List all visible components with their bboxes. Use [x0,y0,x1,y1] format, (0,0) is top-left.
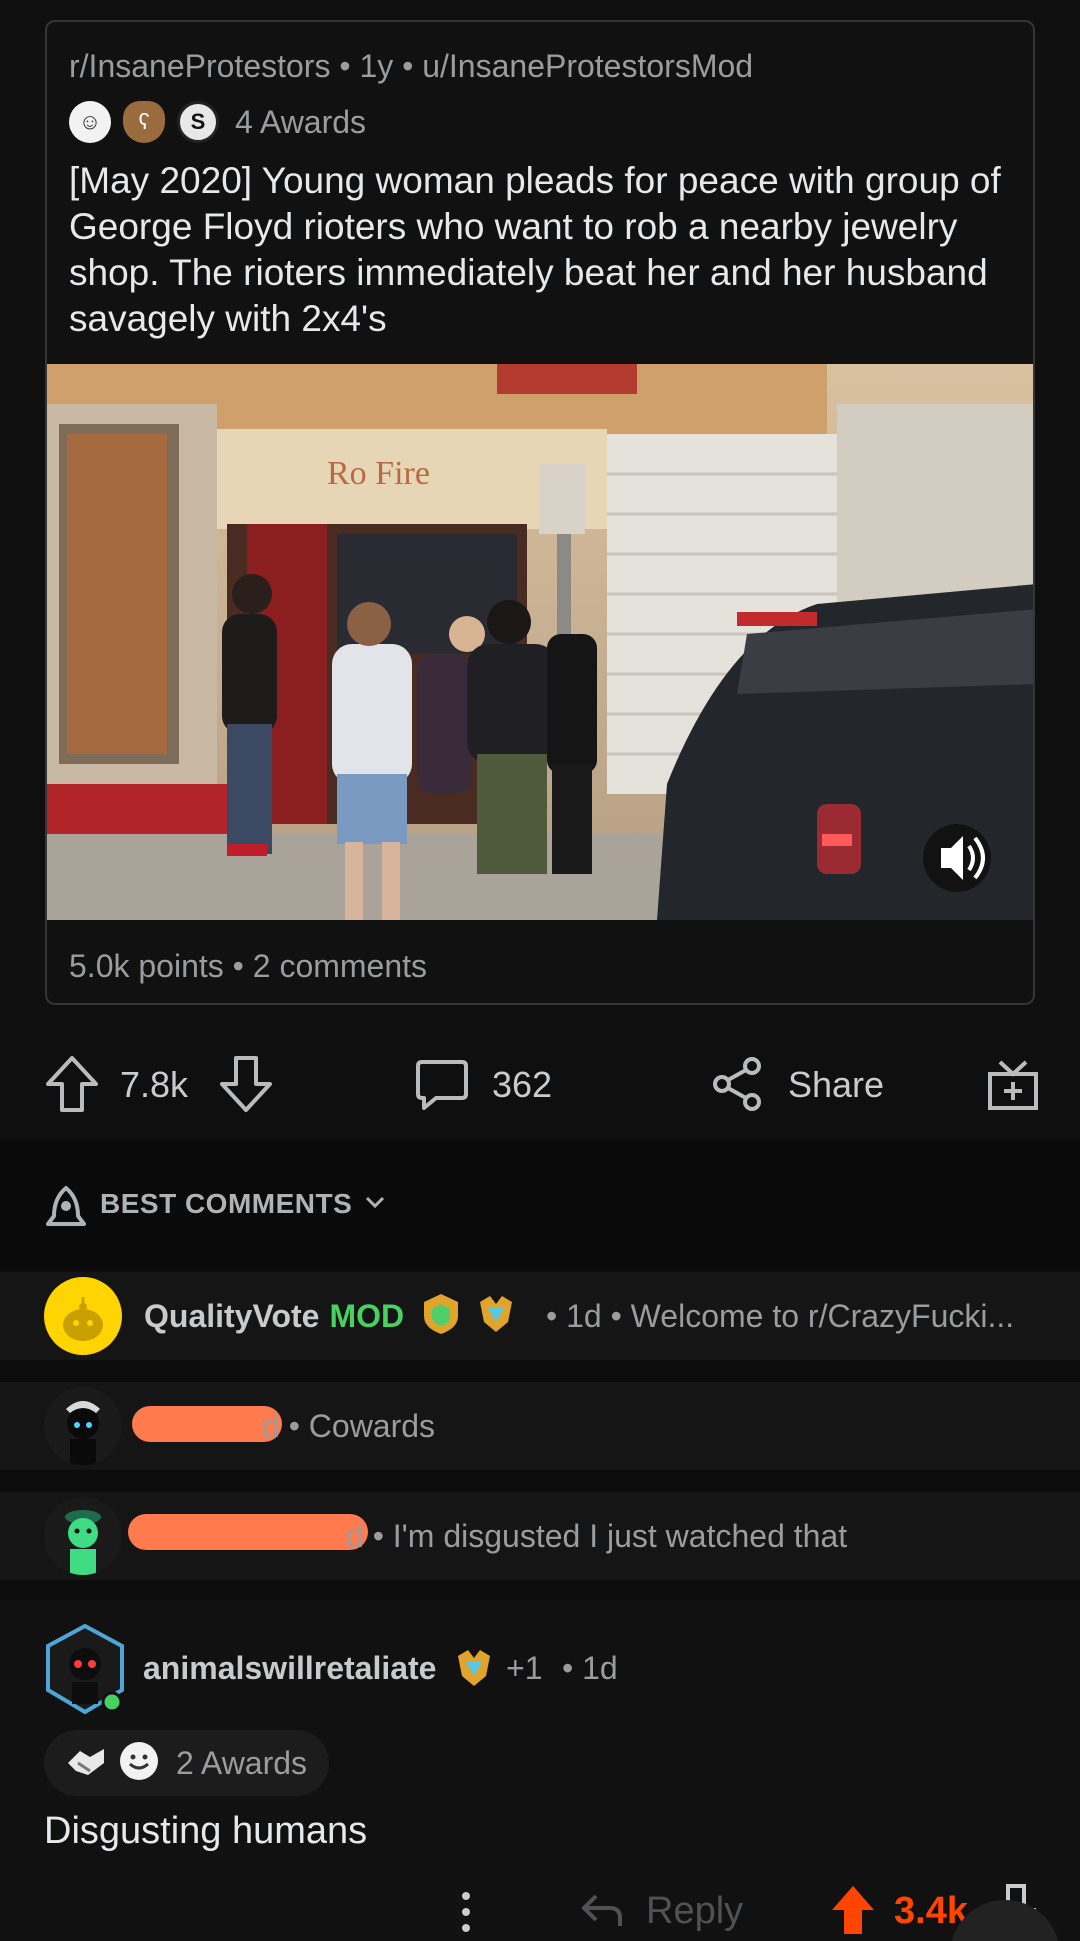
award-gift-icon[interactable] [986,1058,1040,1117]
volume-icon [923,824,991,892]
bear-award-icon: ʕ [123,101,165,143]
post-title[interactable]: [May 2020] Young woman pleads for peace … [69,158,1019,342]
post-vote-count: 7.8k [120,1064,189,1105]
post-container: r/InsaneProtestors • 1y • u/InsaneProtes… [0,0,1080,1140]
chevron-down-icon [950,1900,1060,1941]
sort-label[interactable]: BEST COMMENTS [100,1188,352,1220]
redaction-mark [132,1406,282,1442]
crosspost-card[interactable]: r/InsaneProtestors • 1y • u/InsaneProtes… [45,20,1035,1005]
post-action-bar: 7.8k 362 Share [0,1040,1080,1130]
diamond-award-icon [452,1646,496,1695]
silver-award-icon: S [177,101,219,143]
collapsed-comment-text: QualityVote MOD [144,1298,404,1335]
scroll-down-button[interactable] [950,1900,1060,1941]
comment: animalswillretaliate +1 • 1d 2 Awards Di… [0,1600,1080,1941]
collapsed-comment[interactable]: QualityVote MOD • 1d • Welcome to r/Crazy… [0,1272,1080,1360]
video-player[interactable]: Ro Fire [47,364,1033,920]
collapsed-comment[interactable]: d • I'm disgusted I just watched that [0,1492,1080,1580]
share-button[interactable]: Share [788,1064,884,1106]
redaction-mark [128,1514,368,1550]
reply-icon[interactable] [580,1892,624,1935]
rocket-icon [44,1184,88,1237]
collapsed-comment-meta: d • I'm disgusted I just watched that [346,1518,848,1554]
comment-awards-count: 2 Awards [176,1744,308,1781]
mod-badge: MOD [329,1298,405,1334]
upvote-arrow-icon[interactable] [44,1054,100,1119]
comment-username[interactable]: animalswillretaliate [143,1650,436,1687]
crosspost-footer: 5.0k points • 2 comments [69,948,428,984]
crosspost-awards-count: 4 Awards [235,103,367,140]
comment-bubble-icon[interactable] [414,1056,470,1117]
avatar[interactable] [44,1387,122,1465]
comment-sort-bar[interactable]: BEST COMMENTS [0,1140,1080,1270]
reply-button[interactable]: Reply [646,1890,743,1933]
collapsed-comment-meta: • 1d • Welcome to r/CrazyFucki... [546,1298,1015,1334]
svg-text:Ro Fire: Ro Fire [327,455,430,492]
avatar[interactable] [44,1623,126,1716]
crosspost-awards[interactable]: ☺ ʕ S 4 Awards [69,100,366,144]
post-comment-count[interactable]: 362 [492,1064,552,1106]
wholesome-award-icon [118,1740,160,1787]
comment-username[interactable]: QualityVote [144,1298,319,1334]
collapsed-comment-meta: d • Cowards [262,1408,436,1444]
avatar[interactable] [44,1277,122,1355]
share-icon[interactable] [710,1056,766,1117]
shield-award-icon [420,1292,462,1341]
award-plus-count: +1 [506,1650,543,1686]
avatar[interactable] [44,1497,122,1575]
collapsed-comment[interactable]: d • Cowards [0,1382,1080,1470]
downvote-arrow-icon[interactable] [218,1054,274,1119]
chevron-down-icon[interactable] [364,1194,386,1215]
handshake-award-icon [64,1741,108,1786]
crosspost-meta[interactable]: r/InsaneProtestors • 1y • u/InsaneProtes… [69,48,753,85]
video-frame: Ro Fire [47,364,1033,920]
upvote-arrow-icon[interactable] [830,1884,876,1941]
diamond-award-icon [474,1292,518,1341]
comment-awards[interactable]: 2 Awards [44,1730,330,1796]
comment-body: Disgusting humans [44,1810,368,1852]
more-options-icon[interactable] [458,1890,474,1939]
wholesome-award-icon: ☺ [69,101,111,143]
comment-timestamp: • 1d [562,1650,618,1686]
